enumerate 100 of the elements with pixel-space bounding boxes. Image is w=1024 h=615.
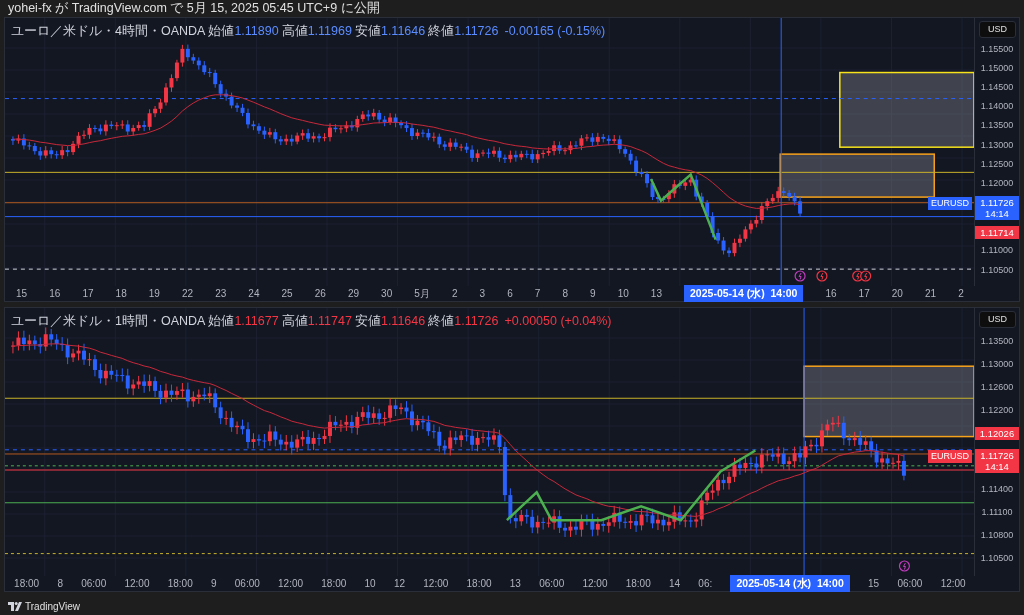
event-icon[interactable] (816, 270, 828, 282)
trend-curve (649, 172, 717, 241)
ohlc-value: 1.11747 (307, 314, 352, 328)
time-tick: 15 (16, 287, 28, 301)
time-tick: 16 (49, 287, 61, 301)
time-tick: 17 (858, 287, 870, 301)
symbol-tag: EURUSD (928, 197, 972, 211)
price-tick: 1.11100 (981, 505, 1013, 519)
price-value: 1.11726 (979, 197, 1015, 209)
price-tick: 1.13500 (980, 334, 1014, 348)
time-tick: 30 (381, 287, 393, 301)
time-tick: 14 (668, 577, 681, 591)
time-tick: 12:00 (124, 577, 150, 591)
countdown-timer: 14:14 (984, 461, 1010, 473)
time-tick: 13 (509, 577, 521, 591)
time-tick: 12:00 (423, 577, 449, 591)
time-tick: 18:00 (14, 577, 40, 591)
price-tick: 1.10800 (980, 528, 1014, 542)
price-tick: 1.14500 (980, 81, 1014, 95)
time-tick: 06:00 (539, 577, 565, 591)
time-tick: 18:00 (625, 577, 651, 591)
time-tick: 18:00 (167, 577, 193, 591)
event-icon[interactable] (794, 270, 806, 282)
price-value: 1.12026 (978, 427, 1016, 439)
price-tick: 1.12200 (980, 403, 1014, 417)
event-icon[interactable] (898, 560, 910, 572)
time-tick: 8 (562, 287, 568, 301)
ohlc-label: 終値 (428, 24, 455, 38)
ohlc-label: 始値 (208, 24, 235, 38)
symbol-title: ユーロ／米ドル・4時間・OANDA (11, 23, 206, 40)
time-tick: 18:00 (321, 577, 347, 591)
ohlc-label: 高値 (281, 24, 308, 38)
price-value: 1.11726 (979, 450, 1015, 462)
ohlc-label: 安値 (354, 24, 381, 38)
price-tick: 1.15500 (980, 42, 1014, 56)
crosshair-time-label: 2025-05-14 (水) 14:00 (684, 284, 804, 303)
time-tick: 10 (364, 577, 376, 591)
ohlc-label: 安値 (354, 314, 381, 328)
price-tick: 1.12500 (980, 157, 1014, 171)
time-tick: 12:00 (940, 577, 966, 591)
crosshair-time-label: 2025-05-14 (水) 14:00 (730, 574, 850, 593)
price-tick: 1.15000 (980, 62, 1014, 75)
price-tick: 1.10500 (980, 551, 1014, 565)
ohlc-label: 始値 (208, 314, 235, 328)
countdown-timer: 14:14 (984, 208, 1010, 220)
ohlc-value: 1.11890 (234, 24, 279, 38)
time-tick: 23 (215, 287, 227, 301)
price-tick: 1.12000 (980, 176, 1014, 190)
price-tick: 1.13500 (980, 119, 1014, 133)
price-value: 1.11714 (979, 226, 1015, 238)
time-tick: 18:00 (466, 577, 492, 591)
time-tick: 16 (825, 287, 837, 301)
time-tick: 24 (248, 287, 260, 301)
time-tick: 12 (393, 577, 406, 591)
price-tick: 1.12600 (980, 380, 1014, 394)
time-tick: 2 (451, 287, 458, 301)
time-tick: 9 (210, 577, 217, 591)
time-tick: 2 (958, 287, 964, 301)
price-change: -0.00165 (-0.15%) (504, 23, 606, 40)
ohlc-value: 1.11969 (307, 24, 352, 38)
time-tick: 12:00 (582, 577, 608, 591)
time-tick: 7 (534, 287, 541, 301)
time-tick: 06:00 (897, 577, 923, 591)
time-tick: 06:00 (81, 577, 107, 591)
time-tick: 18 (115, 287, 127, 301)
ohlc-value: 1.11646 (380, 314, 426, 328)
time-tick: 19 (148, 287, 160, 301)
time-tick: 29 (347, 287, 360, 301)
price-tick: 1.11400 (981, 482, 1013, 496)
price-tick: 1.14000 (980, 100, 1014, 114)
price-tick: 1.11000 (981, 244, 1013, 258)
time-tick: 22 (181, 287, 194, 301)
brand-name: TradingView (25, 600, 81, 614)
time-tick: 10 (617, 287, 629, 301)
ohlc-value: 1.11646 (380, 24, 426, 38)
ohlc-value: 1.11726 (454, 314, 499, 328)
time-tick: 15 (868, 577, 880, 591)
price-tick: 1.13000 (980, 138, 1014, 152)
logo-icon (8, 602, 22, 611)
time-tick: 12:00 (278, 577, 304, 591)
time-tick: 17 (82, 287, 94, 301)
time-tick: 06: (698, 577, 713, 591)
currency-button[interactable]: USD (979, 21, 1016, 38)
time-tick: 21 (924, 287, 937, 301)
currency-button[interactable]: USD (979, 311, 1016, 328)
price-change: +0.00050 (+0.04%) (504, 313, 612, 330)
ohlc-value: 1.11726 (454, 24, 499, 38)
ohlc-label: 終値 (428, 314, 455, 328)
ohlc-label: 高値 (281, 314, 308, 328)
time-tick: 9 (590, 287, 596, 301)
time-tick: 13 (650, 287, 662, 301)
price-tick: 1.13000 (980, 357, 1014, 371)
publish-info: yohei-fx が TradingView.com で 5月 15, 2025 05:45 UTC+9 に公開 (8, 1, 380, 15)
symbol-tag: EURUSD (928, 450, 972, 464)
time-tick: 06:00 (234, 577, 260, 591)
time-tick: 3 (479, 287, 486, 301)
event-icon[interactable] (860, 270, 872, 282)
symbol-title: ユーロ／米ドル・1時間・OANDA (11, 313, 206, 330)
price-tick: 1.10500 (980, 263, 1014, 277)
time-tick: 20 (891, 287, 903, 301)
